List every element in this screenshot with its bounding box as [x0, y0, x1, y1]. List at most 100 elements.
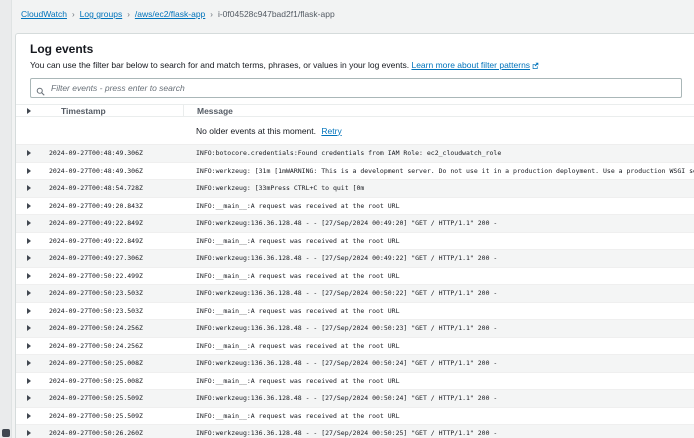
timestamp-cell: 2024-09-27T00:49:22.849Z	[49, 219, 183, 227]
log-event-row: 2024-09-27T00:48:49.306Z INFO:botocore.c…	[16, 145, 694, 163]
expand-cell	[16, 273, 49, 279]
expand-row-icon[interactable]	[27, 255, 31, 261]
expand-row-icon[interactable]	[27, 378, 31, 384]
log-event-row: 2024-09-27T00:50:25.509Z INFO:werkzeug:1…	[16, 390, 694, 408]
expand-cell	[16, 220, 49, 226]
timestamp-cell: 2024-09-27T00:50:25.509Z	[49, 394, 183, 402]
expand-cell	[16, 150, 49, 156]
expand-row-icon[interactable]	[27, 185, 31, 191]
log-event-row: 2024-09-27T00:48:49.306Z INFO:werkzeug: …	[16, 163, 694, 181]
log-table-body: 2024-09-27T00:48:49.306Z INFO:botocore.c…	[16, 145, 694, 438]
expand-header-icon[interactable]	[27, 108, 31, 114]
expand-cell	[16, 168, 49, 174]
timestamp-cell: 2024-09-27T00:50:22.499Z	[49, 272, 183, 280]
timestamp-cell: 2024-09-27T00:49:27.306Z	[49, 254, 183, 262]
expand-cell	[16, 308, 49, 314]
log-event-row: 2024-09-27T00:49:27.306Z INFO:werkzeug:1…	[16, 250, 694, 268]
message-cell: INFO:__main__:A request was received at …	[183, 202, 694, 210]
breadcrumb-separator: ›	[210, 10, 213, 19]
timestamp-cell: 2024-09-27T00:49:20.843Z	[49, 202, 183, 210]
log-event-row: 2024-09-27T00:50:25.008Z INFO:werkzeug:1…	[16, 355, 694, 373]
timestamp-cell: 2024-09-27T00:50:24.256Z	[49, 342, 183, 350]
message-cell: INFO:werkzeug:136.36.128.48 - - [27/Sep/…	[183, 219, 694, 227]
expand-row-icon[interactable]	[27, 273, 31, 279]
log-event-row: 2024-09-27T00:49:22.849Z INFO:__main__:A…	[16, 233, 694, 251]
message-cell: INFO:botocore.credentials:Found credenti…	[183, 149, 694, 157]
message-column-header[interactable]: Message	[183, 104, 694, 117]
expand-all-column	[16, 108, 49, 114]
message-cell: INFO:__main__:A request was received at …	[183, 272, 694, 280]
panel-description: You can use the filter bar below to sear…	[30, 60, 690, 71]
expand-row-icon[interactable]	[27, 360, 31, 366]
log-event-row: 2024-09-27T00:48:54.728Z INFO:werkzeug: …	[16, 180, 694, 198]
expand-row-icon[interactable]	[27, 203, 31, 209]
expand-row-icon[interactable]	[27, 430, 31, 436]
collapsed-sidebar-strip	[0, 0, 12, 438]
timestamp-cell: 2024-09-27T00:50:25.509Z	[49, 412, 183, 420]
timestamp-cell: 2024-09-27T00:48:49.306Z	[49, 167, 183, 175]
breadcrumb: CloudWatch › Log groups › /aws/ec2/flask-app…	[21, 9, 335, 19]
expand-cell	[16, 255, 49, 261]
expand-row-icon[interactable]	[27, 343, 31, 349]
expand-cell	[16, 430, 49, 436]
expand-row-icon[interactable]	[27, 150, 31, 156]
learn-more-link[interactable]: Learn more about filter patterns	[411, 60, 530, 70]
expand-cell	[16, 325, 49, 331]
breadcrumb-log-groups[interactable]: Log groups	[80, 9, 123, 19]
filter-events-input[interactable]	[30, 78, 682, 98]
log-event-row: 2024-09-27T00:50:25.008Z INFO:__main__:A…	[16, 373, 694, 391]
retry-link[interactable]: Retry	[321, 126, 341, 136]
timestamp-cell: 2024-09-27T00:49:22.849Z	[49, 237, 183, 245]
timestamp-cell: 2024-09-27T00:50:25.008Z	[49, 377, 183, 385]
panel-header: Log events You can use the filter bar be…	[16, 34, 694, 71]
filter-bar	[30, 78, 682, 98]
timestamp-cell: 2024-09-27T00:50:24.256Z	[49, 324, 183, 332]
log-events-panel: Log events You can use the filter bar be…	[15, 33, 694, 438]
expand-cell	[16, 343, 49, 349]
expand-row-icon[interactable]	[27, 395, 31, 401]
description-text: You can use the filter bar below to sear…	[30, 60, 409, 70]
timestamp-cell: 2024-09-27T00:50:23.503Z	[49, 289, 183, 297]
log-events-table: Timestamp Message No older events at thi…	[16, 104, 694, 438]
log-event-row: 2024-09-27T00:50:23.503Z INFO:__main__:A…	[16, 303, 694, 321]
breadcrumb-log-group[interactable]: /aws/ec2/flask-app	[135, 9, 205, 19]
expand-cell	[16, 238, 49, 244]
log-event-row: 2024-09-27T00:50:25.509Z INFO:__main__:A…	[16, 408, 694, 426]
timestamp-cell: 2024-09-27T00:50:23.503Z	[49, 307, 183, 315]
timestamp-cell: 2024-09-27T00:50:25.008Z	[49, 359, 183, 367]
expand-row-icon[interactable]	[27, 290, 31, 296]
message-cell: INFO:__main__:A request was received at …	[183, 307, 694, 315]
message-cell: INFO:werkzeug:136.36.128.48 - - [27/Sep/…	[183, 254, 694, 262]
log-event-row: 2024-09-27T00:50:22.499Z INFO:__main__:A…	[16, 268, 694, 286]
timestamp-cell: 2024-09-27T00:48:49.306Z	[49, 149, 183, 157]
expand-cell	[16, 378, 49, 384]
message-cell: INFO:werkzeug: [31m [1mWARNING: This is …	[183, 167, 694, 175]
log-event-row: 2024-09-27T00:50:24.256Z INFO:werkzeug:1…	[16, 320, 694, 338]
no-older-events-message: No older events at this moment. Retry	[183, 126, 694, 136]
expand-cell	[16, 413, 49, 419]
expand-row-icon[interactable]	[27, 325, 31, 331]
expand-row-icon[interactable]	[27, 238, 31, 244]
expand-cell	[16, 185, 49, 191]
message-cell: INFO:werkzeug:136.36.128.48 - - [27/Sep/…	[183, 359, 694, 367]
feedback-tab[interactable]	[2, 429, 10, 437]
expand-row-icon[interactable]	[27, 413, 31, 419]
message-cell: INFO:werkzeug:136.36.128.48 - - [27/Sep/…	[183, 429, 694, 437]
breadcrumb-separator: ›	[127, 10, 130, 19]
no-older-events-row: No older events at this moment. Retry	[16, 117, 694, 145]
expand-row-icon[interactable]	[27, 308, 31, 314]
page-title: Log events	[30, 42, 690, 56]
breadcrumb-cloudwatch[interactable]: CloudWatch	[21, 9, 67, 19]
expand-row-icon[interactable]	[27, 220, 31, 226]
log-event-row: 2024-09-27T00:49:22.849Z INFO:werkzeug:1…	[16, 215, 694, 233]
log-event-row: 2024-09-27T00:50:23.503Z INFO:werkzeug:1…	[16, 285, 694, 303]
message-cell: INFO:werkzeug: [33mPress CTRL+C to quit …	[183, 184, 694, 192]
message-cell: INFO:__main__:A request was received at …	[183, 237, 694, 245]
timestamp-column-header[interactable]: Timestamp	[49, 106, 183, 116]
message-cell: INFO:__main__:A request was received at …	[183, 377, 694, 385]
log-event-row: 2024-09-27T00:50:24.256Z INFO:__main__:A…	[16, 338, 694, 356]
expand-row-icon[interactable]	[27, 168, 31, 174]
breadcrumb-log-stream: i-0f04528c947bad2f1/flask-app	[218, 9, 335, 19]
table-header-row: Timestamp Message	[16, 104, 694, 117]
search-icon	[36, 83, 45, 101]
